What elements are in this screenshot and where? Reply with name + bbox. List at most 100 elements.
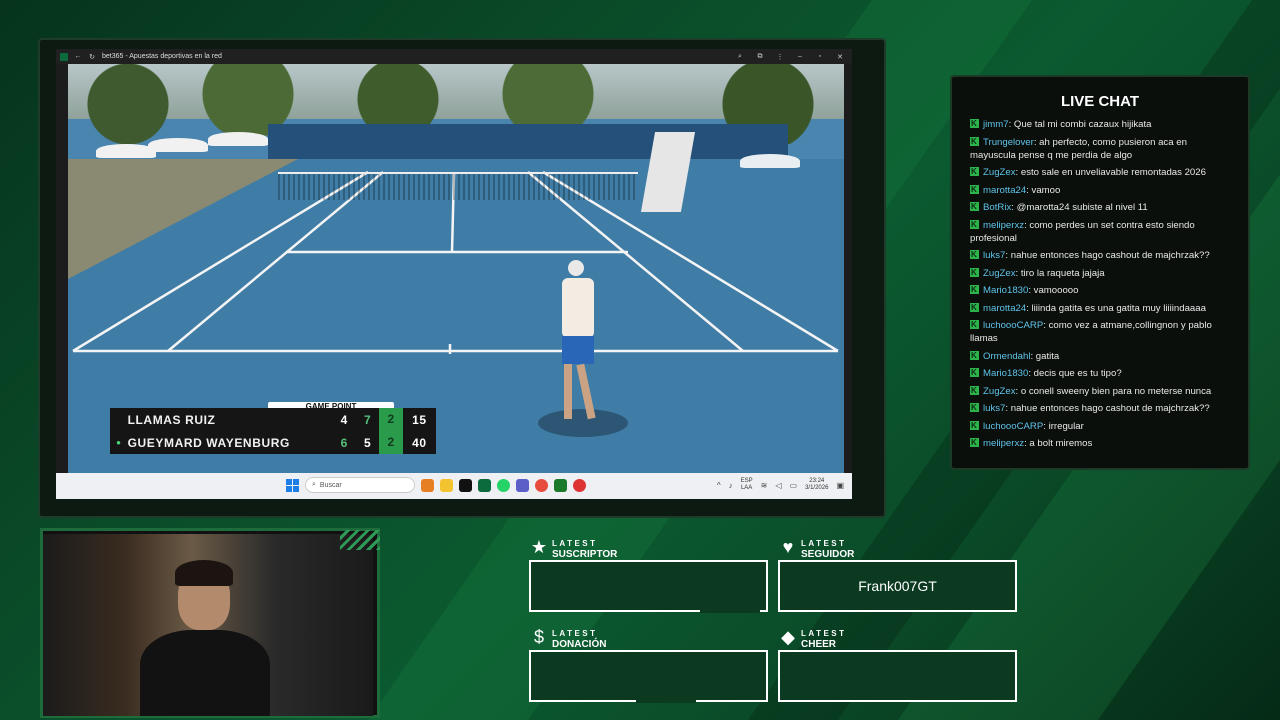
chat-username[interactable]: luks7 xyxy=(983,403,1005,414)
chat-text: : decis que es tu tipo? xyxy=(1028,368,1122,379)
set-score: 5 xyxy=(364,435,372,450)
kick-badge-icon xyxy=(970,384,979,397)
chat-username[interactable]: marotta24 xyxy=(983,185,1026,196)
chat-username[interactable]: marotta24 xyxy=(983,303,1026,314)
tab-title: bet365 - Apuestas deportivas en la red xyxy=(102,53,222,60)
chat-username[interactable]: jimm7 xyxy=(983,119,1009,130)
chat-text: : esto sale en unveliavable remontadas 2… xyxy=(1015,167,1206,178)
chat-text: : tiro la raqueta jajaja xyxy=(1015,267,1105,279)
language-indicator[interactable]: ESP LAA xyxy=(741,478,753,492)
volume-icon[interactable]: ◁ xyxy=(775,481,781,490)
chat-message: ZugZex: esto sale en unveliavable remont… xyxy=(970,165,1232,179)
scoreboard: LLAMAS RUIZ 4 7 2 15 ● GUEYMARD WAYENBUR… xyxy=(110,408,436,458)
chat-text: : irregular xyxy=(1043,420,1084,432)
umbrella xyxy=(96,144,156,158)
chat-text: : @marotta24 subiste al nivel 11 xyxy=(1011,202,1148,213)
teams-icon[interactable] xyxy=(516,478,529,492)
heart-icon: ♥ xyxy=(782,537,794,557)
kick-badge-icon xyxy=(970,200,979,213)
chat-message: luks7: nahue entonces hago cashout de ma… xyxy=(970,248,1232,262)
chat-username[interactable]: ZugZex xyxy=(983,167,1016,178)
chevron-up-icon[interactable]: ^ xyxy=(717,481,721,490)
serve-indicator: ● xyxy=(116,438,122,447)
chat-text: : vamooooo xyxy=(1028,285,1079,296)
taskbar-search[interactable]: ⌕ Buscar xyxy=(305,477,415,493)
kick-badge-icon xyxy=(970,366,979,379)
streamer-hair xyxy=(175,560,233,586)
dollar-icon: $ xyxy=(533,627,544,647)
chat-username[interactable]: Mario1830 xyxy=(983,368,1028,379)
tiktok-icon[interactable] xyxy=(459,478,472,492)
bet365-favicon-icon xyxy=(60,52,68,61)
streamer-body xyxy=(140,630,270,716)
chat-username[interactable]: luchoooCARP xyxy=(983,421,1043,432)
bet365-app-icon[interactable] xyxy=(478,478,491,492)
latest-cheer-value xyxy=(778,650,1017,702)
browser-window: ← ↻ bet365 - Apuestas deportivas en la r… xyxy=(56,49,852,499)
clock[interactable]: 23:24 3/1/2026 xyxy=(805,478,828,492)
close-icon[interactable]: ✕ xyxy=(836,53,844,61)
kick-badge-icon xyxy=(970,401,979,414)
chat-message: jimm7: Que tal mi combi cazaux hijikata xyxy=(970,117,1232,131)
chat-username[interactable]: luks7 xyxy=(983,250,1005,261)
refresh-icon[interactable]: ↻ xyxy=(88,53,96,61)
star-icon: ★ xyxy=(530,537,548,557)
live-chat-panel: LIVE CHAT jimm7: Que tal mi combi cazaux… xyxy=(950,75,1250,470)
microphone-icon[interactable]: ♪ xyxy=(729,481,733,490)
windows-start-icon[interactable] xyxy=(286,478,299,492)
chat-message: luchoooCARP: irregular xyxy=(970,419,1232,433)
box-border-gap xyxy=(636,700,696,703)
umbrella xyxy=(208,132,268,146)
latest-donacion-value xyxy=(529,650,768,702)
tennis-player xyxy=(554,256,600,446)
wifi-icon[interactable]: ≋ xyxy=(761,481,768,490)
copilot-icon[interactable] xyxy=(421,478,434,492)
chat-username[interactable]: meliperxz xyxy=(983,220,1024,231)
extensions-icon[interactable]: ⧉ xyxy=(756,53,764,61)
chat-username[interactable]: meliperxz xyxy=(983,438,1024,449)
chat-username[interactable]: Ormendahl xyxy=(983,351,1030,362)
chat-text: : nahue entonces hago cashout de majchrz… xyxy=(1005,403,1210,414)
minimize-icon[interactable]: – xyxy=(796,53,804,61)
chat-username[interactable]: ZugZex xyxy=(983,268,1016,279)
chat-message: meliperxz: a bolt miremos xyxy=(970,436,1232,450)
battery-icon[interactable]: ▭ xyxy=(790,481,798,490)
back-arrow-icon[interactable]: ← xyxy=(74,53,82,61)
set-score: 6 xyxy=(340,435,348,450)
kick-badge-icon xyxy=(970,301,979,314)
notifications-icon[interactable]: ▣ xyxy=(836,481,844,490)
kick-badge-icon xyxy=(970,135,979,148)
kick-badge-icon xyxy=(970,183,979,196)
player-name: LLAMAS RUIZ xyxy=(127,412,216,427)
kick-badge-icon xyxy=(970,436,979,449)
kick-badge-icon xyxy=(970,117,979,130)
current-set-score: 2 xyxy=(379,408,403,431)
chat-username[interactable]: BotRix xyxy=(983,202,1011,213)
chat-text: : o conell sweeny bien para no meterse n… xyxy=(1015,385,1212,397)
kick-badge-icon xyxy=(970,248,979,261)
chat-username[interactable]: Mario1830 xyxy=(983,285,1028,296)
whatsapp-icon[interactable] xyxy=(497,478,510,492)
file-explorer-icon[interactable] xyxy=(440,478,453,492)
umbrella xyxy=(740,154,800,168)
zoom-icon[interactable]: ⌕ xyxy=(736,53,744,61)
recording-icon[interactable] xyxy=(573,478,586,492)
diamond-icon: ◆ xyxy=(781,627,795,647)
chat-message: luks7: nahue entonces hago cashout de ma… xyxy=(970,401,1232,415)
chat-username[interactable]: ZugZex xyxy=(983,386,1016,397)
tennis-net xyxy=(278,172,638,200)
chat-username[interactable]: Trungelover xyxy=(983,137,1034,148)
tennis-video-stream[interactable]: GAME POINT LLAMAS RUIZ 4 7 2 15 ● GUEYMA… xyxy=(68,64,844,473)
nvidia-icon[interactable] xyxy=(554,478,567,492)
chat-message: ZugZex: tiro la raqueta jajaja xyxy=(970,266,1232,280)
kick-badge-icon xyxy=(970,283,979,296)
chrome-icon[interactable] xyxy=(535,478,548,492)
scoreboard-row: ● GUEYMARD WAYENBURG 6 5 2 40 xyxy=(110,431,436,454)
game-points: 15 xyxy=(412,412,427,427)
latest-suscriptor-value xyxy=(529,560,768,612)
windows-taskbar: ⌕ Buscar ^ ♪ ESP LAA ≋ ◁ ▭ 23:24 3/1/2026 … xyxy=(56,473,852,499)
more-menu-icon[interactable]: ⋮ xyxy=(776,53,784,61)
chat-username[interactable]: luchoooCARP xyxy=(983,320,1043,331)
maximize-icon[interactable]: ▫ xyxy=(816,53,824,61)
search-icon: ⌕ xyxy=(312,481,316,488)
